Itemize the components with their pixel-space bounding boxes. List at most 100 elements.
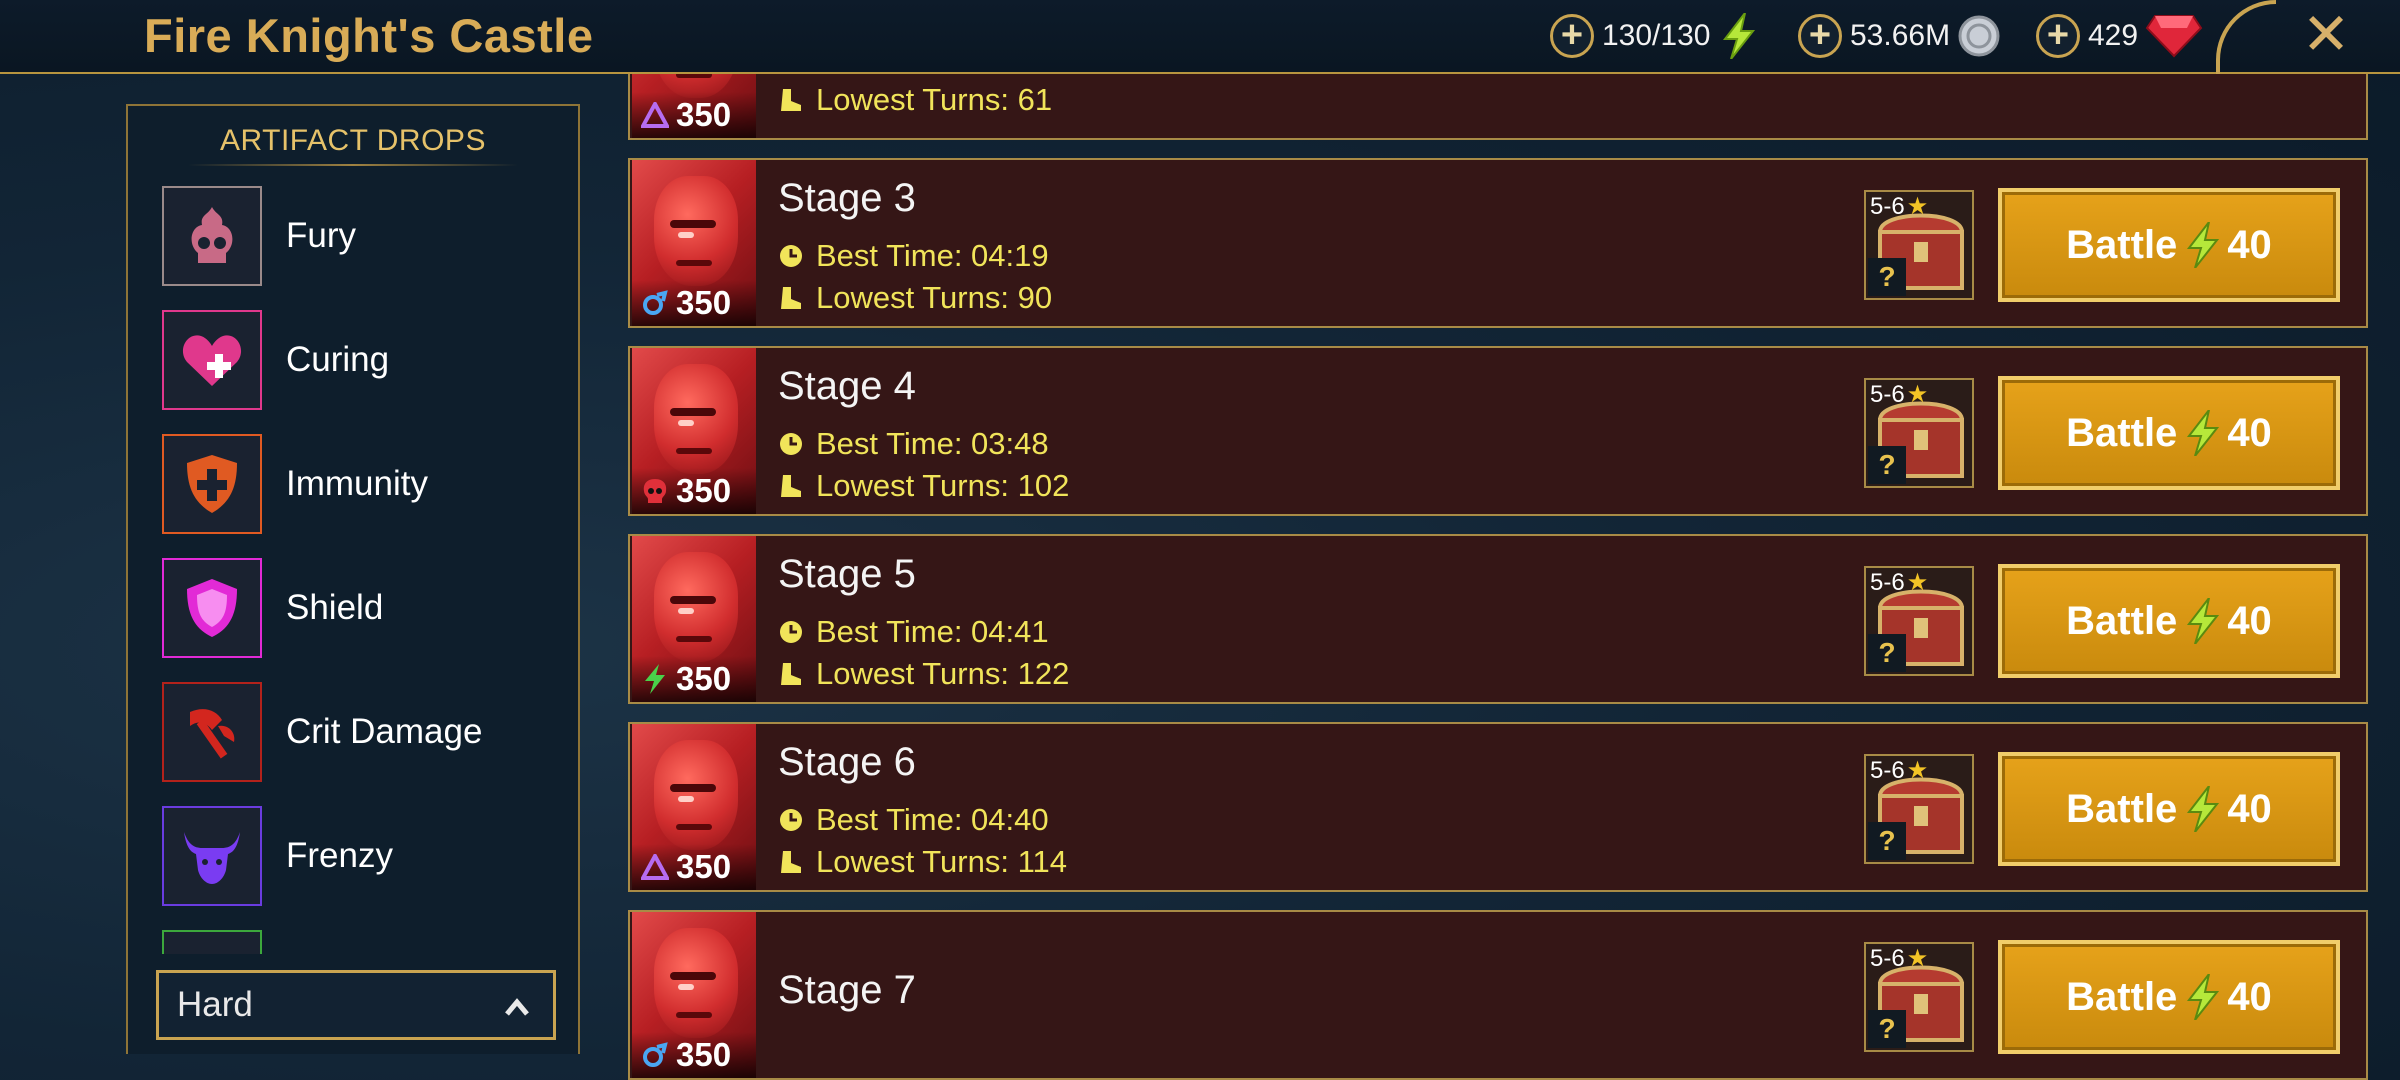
artifact-set-crit-damage[interactable]: Crit Damage bbox=[162, 682, 562, 782]
unknown-reward-icon: ? bbox=[1868, 634, 1906, 672]
star-icon: ★ bbox=[1906, 381, 1929, 408]
boss-level-badge: 350 bbox=[632, 656, 756, 702]
rank-range: 5-6 ★ bbox=[1870, 756, 1929, 785]
artifact-set-list[interactable]: Fury Curing Immunity Shield Crit Damage bbox=[162, 186, 562, 1026]
rank-range: 5-6 ★ bbox=[1870, 380, 1929, 409]
add-gems-button[interactable]: + bbox=[2036, 14, 2080, 58]
set-label: Shield bbox=[286, 588, 384, 627]
spirit-swirl-icon bbox=[640, 288, 670, 318]
energy-counter: + 130/130 bbox=[1550, 11, 1762, 61]
magic-triangle-icon bbox=[640, 852, 670, 882]
gem-value: 429 bbox=[2088, 19, 2139, 52]
boot-icon bbox=[778, 285, 804, 311]
boss-level-badge: 350 bbox=[632, 1032, 756, 1078]
top-bar-ornament bbox=[2216, 0, 2276, 74]
rank-range: 5-6 ★ bbox=[1870, 192, 1929, 221]
stage-title: Stage 5 bbox=[778, 552, 916, 596]
boot-icon bbox=[778, 87, 804, 113]
artifact-set-fury[interactable]: Fury bbox=[162, 186, 562, 286]
set-label: Immunity bbox=[286, 464, 428, 503]
stage-card-4: 350 Stage 4 Best Time: 03:48 Lowest Turn… bbox=[628, 346, 2368, 516]
chevron-up-icon bbox=[503, 991, 531, 1031]
lowest-turns: Lowest Turns: 122 bbox=[778, 656, 1069, 692]
unknown-reward-icon: ? bbox=[1868, 1010, 1906, 1048]
unknown-reward-icon: ? bbox=[1868, 822, 1906, 860]
silver-value: 53.66M bbox=[1850, 19, 1951, 52]
boss-level-badge: 350 bbox=[632, 844, 756, 890]
star-icon: ★ bbox=[1906, 945, 1929, 972]
best-time: Best Time: 03:48 bbox=[778, 426, 1049, 462]
artifact-set-immunity[interactable]: Immunity bbox=[162, 434, 562, 534]
best-time: Best Time: 04:19 bbox=[778, 238, 1049, 274]
reward-chest[interactable]: 5-6 ★ ? bbox=[1864, 378, 1974, 488]
bull-head-icon bbox=[162, 806, 262, 906]
artifact-drops-title: ARTIFACT DROPS bbox=[220, 124, 486, 157]
lowest-turns: Lowest Turns: 90 bbox=[778, 280, 1052, 316]
battle-button[interactable]: Battle 40 bbox=[1998, 940, 2340, 1054]
battle-button[interactable]: Battle 40 bbox=[1998, 752, 2340, 866]
clock-icon bbox=[778, 807, 804, 833]
best-time: Best Time: 04:40 bbox=[778, 802, 1049, 838]
lightning-bolt-icon bbox=[1716, 11, 1762, 61]
unknown-reward-icon: ? bbox=[1868, 258, 1906, 296]
best-time: Best Time: 04:41 bbox=[778, 614, 1049, 650]
close-icon[interactable]: ✕ bbox=[2298, 4, 2354, 66]
artifact-set-frenzy[interactable]: Frenzy bbox=[162, 806, 562, 906]
add-silver-button[interactable]: + bbox=[1798, 14, 1842, 58]
lightning-bolt-icon bbox=[2185, 786, 2220, 832]
stage-card-7: 350 Stage 7 5-6 ★ ? Battle 40 bbox=[628, 910, 2368, 1080]
clock-icon bbox=[778, 243, 804, 269]
silver-counter: + 53.66M bbox=[1798, 11, 2002, 61]
reward-chest[interactable]: 5-6 ★ ? bbox=[1864, 190, 1974, 300]
reward-chest[interactable]: 5-6 ★ ? bbox=[1864, 942, 1974, 1052]
unknown-reward-icon: ? bbox=[1868, 446, 1906, 484]
set-label: Crit Damage bbox=[286, 712, 483, 751]
reward-chest[interactable]: 5-6 ★ ? bbox=[1864, 754, 1974, 864]
boss-level-badge: 350 bbox=[632, 92, 756, 138]
battle-button[interactable]: Battle 40 bbox=[1998, 188, 2340, 302]
reward-chest[interactable]: 5-6 ★ ? bbox=[1864, 566, 1974, 676]
boss-portrait: 350 bbox=[632, 536, 756, 702]
boss-portrait: 350 bbox=[632, 160, 756, 326]
heart-plus-icon bbox=[162, 310, 262, 410]
star-icon: ★ bbox=[1906, 757, 1929, 784]
battle-button[interactable]: Battle 40 bbox=[1998, 564, 2340, 678]
artifact-set-shield[interactable]: Shield bbox=[162, 558, 562, 658]
shield-cross-icon bbox=[162, 434, 262, 534]
gem-counter: + 429 bbox=[2036, 11, 2204, 61]
boot-icon bbox=[778, 849, 804, 875]
battle-button[interactable]: Battle 40 bbox=[1998, 376, 2340, 490]
energy-value: 130/130 bbox=[1602, 19, 1711, 52]
boot-icon bbox=[778, 661, 804, 687]
artifact-set-curing[interactable]: Curing bbox=[162, 310, 562, 410]
rank-range: 5-6 ★ bbox=[1870, 944, 1929, 973]
difficulty-value: Hard bbox=[177, 985, 253, 1024]
stage-title: Stage 3 bbox=[778, 176, 916, 220]
stage-card: 350 Lowest Turns: 61 ? bbox=[628, 74, 2368, 140]
lightning-bolt-icon bbox=[2185, 598, 2220, 644]
boss-portrait: 350 bbox=[632, 74, 756, 138]
lowest-turns: Lowest Turns: 102 bbox=[778, 468, 1069, 504]
boss-level-badge: 350 bbox=[632, 280, 756, 326]
lightning-bolt-icon bbox=[2185, 974, 2220, 1020]
divider bbox=[188, 164, 518, 166]
set-label: Curing bbox=[286, 340, 390, 379]
stage-list[interactable]: 350 Lowest Turns: 61 ? 350 Stage 3 bbox=[628, 74, 2368, 1080]
boss-level-badge: 350 bbox=[632, 468, 756, 514]
lightning-bolt-icon bbox=[2185, 222, 2220, 268]
clock-icon bbox=[778, 619, 804, 645]
lowest-turns: Lowest Turns: 61 bbox=[778, 82, 1052, 118]
rank-range: 5-6 ★ bbox=[1870, 568, 1929, 597]
clock-icon bbox=[778, 431, 804, 457]
difficulty-dropdown[interactable]: Hard bbox=[156, 970, 556, 1040]
lightning-bolt-icon bbox=[2185, 410, 2220, 456]
shield-icon bbox=[162, 558, 262, 658]
boss-portrait: 350 bbox=[632, 724, 756, 890]
spirit-swirl-icon bbox=[640, 1040, 670, 1070]
skull-flame-icon bbox=[162, 186, 262, 286]
set-label: Fury bbox=[286, 216, 356, 255]
set-label: Frenzy bbox=[286, 836, 393, 875]
void-skull-icon bbox=[640, 476, 670, 506]
boss-portrait: 350 bbox=[632, 912, 756, 1078]
add-energy-button[interactable]: + bbox=[1550, 14, 1594, 58]
